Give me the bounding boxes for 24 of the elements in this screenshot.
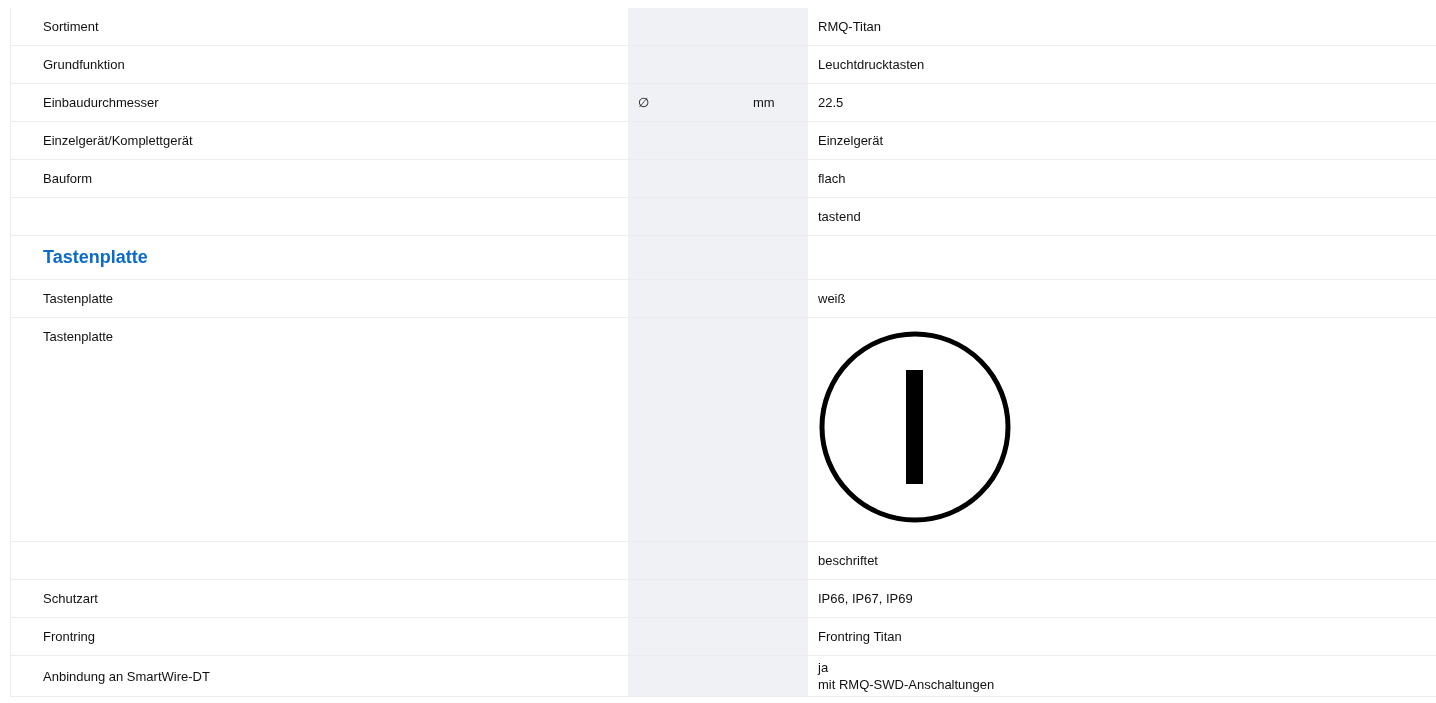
table-cell: beschriftet	[808, 542, 1436, 580]
table-cell: tastend	[808, 198, 1436, 236]
table-cell: 22.5	[808, 84, 1436, 122]
table-cell: Grundfunktion	[10, 46, 628, 84]
table-cell: flach	[808, 160, 1436, 198]
table-cell: Anbindung an SmartWire-DT	[10, 656, 628, 697]
section-heading: Tastenplatte	[10, 236, 628, 280]
table-cell: Bauform	[10, 160, 628, 198]
table-cell: Leuchtdrucktasten	[808, 46, 1436, 84]
table-cell: Einzelgerät	[808, 122, 1436, 160]
power-on-symbol-icon	[818, 330, 1012, 524]
table-cell: weiß	[808, 280, 1436, 318]
table-cell: mm	[743, 84, 808, 122]
table-cell: Frontring Titan	[808, 618, 1436, 656]
table-cell: Einzelgerät/Komplettgerät	[10, 122, 628, 160]
table-cell: Einbaudurchmesser	[10, 84, 628, 122]
table-cell: Frontring	[10, 618, 628, 656]
table-cell: Tastenplatte	[10, 280, 628, 318]
table-cell: IP66, IP67, IP69	[808, 580, 1436, 618]
table-cell: Sortiment	[10, 8, 628, 46]
table-cell: Schutzart	[10, 580, 628, 618]
table-cell: ∅	[628, 84, 743, 122]
table-cell: RMQ-Titan	[808, 8, 1436, 46]
table-cell: ja mit RMQ-SWD-Anschaltungen	[808, 656, 1436, 697]
